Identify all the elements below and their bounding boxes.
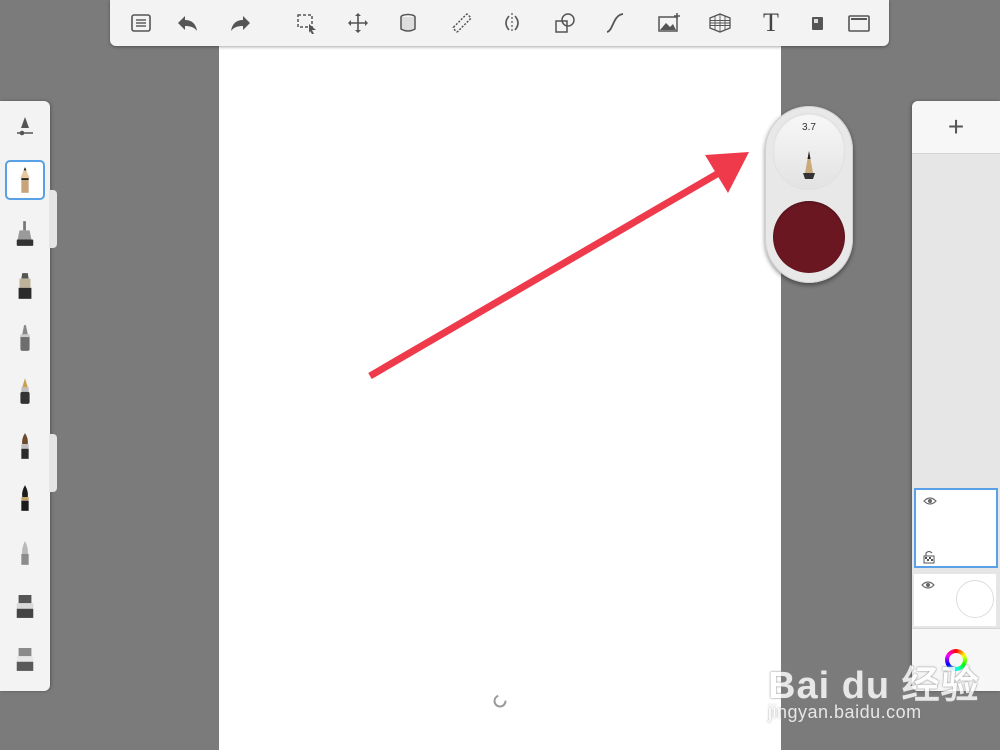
visibility-eye-icon[interactable] (921, 580, 935, 590)
layer-badge-icon[interactable] (801, 7, 833, 39)
pencil-brush[interactable] (5, 160, 45, 200)
brush-size-value: 3.7 (802, 122, 816, 133)
perspective-grid-icon[interactable] (704, 7, 736, 39)
ballpoint-brush[interactable] (5, 318, 45, 358)
eraser-brush[interactable] (5, 586, 45, 626)
watermark-brand: Bai du 经验 (768, 665, 980, 707)
fullscreen-icon[interactable] (843, 7, 875, 39)
paintbrush-brush[interactable] (5, 426, 45, 466)
visibility-eye-icon[interactable] (923, 496, 937, 506)
transform-move-icon[interactable] (342, 7, 374, 39)
layers-panel: + (912, 101, 1000, 691)
background-color-circle[interactable] (956, 580, 994, 618)
curve-icon[interactable] (599, 7, 631, 39)
brush-size-control[interactable]: 3.7 (773, 113, 845, 190)
fountain-pen-brush[interactable] (5, 371, 45, 411)
baidu-watermark: Bai du 经验 jingyan.baidu.com (768, 640, 1000, 730)
drawing-canvas[interactable] (219, 0, 781, 750)
watermark-url: jingyan.baidu.com (768, 702, 922, 722)
panel-handle-lower[interactable] (49, 434, 57, 492)
marker-brush[interactable] (5, 266, 45, 306)
brush-settings-icon[interactable] (5, 106, 45, 146)
selection-icon[interactable] (291, 7, 323, 39)
brush-library-panel (0, 101, 50, 691)
ink-brush[interactable] (5, 478, 45, 518)
pencil-preview-icon (803, 151, 815, 179)
fill-bucket-icon[interactable] (392, 7, 424, 39)
image-insert-icon[interactable] (653, 7, 685, 39)
airbrush-brush[interactable] (5, 214, 45, 254)
layer-1-thumbnail[interactable] (914, 488, 998, 568)
menu-list-icon[interactable] (125, 7, 157, 39)
smudge-brush[interactable] (5, 532, 45, 572)
soft-eraser-brush[interactable] (5, 639, 45, 679)
undo-icon[interactable] (171, 7, 203, 39)
redo-icon[interactable] (225, 7, 257, 39)
brush-puck[interactable]: 3.7 (765, 106, 853, 283)
shapes-icon[interactable] (549, 7, 581, 39)
current-color-swatch[interactable] (773, 201, 845, 273)
lock-transparency-icon[interactable] (923, 550, 935, 564)
top-toolbar: T (110, 0, 889, 46)
background-layer-thumbnail[interactable] (914, 574, 996, 626)
loading-spinner-icon (493, 694, 507, 708)
panel-handle-upper[interactable] (49, 190, 57, 248)
ruler-icon[interactable] (446, 7, 478, 39)
text-icon[interactable]: T (755, 7, 787, 39)
add-layer-button[interactable]: + (912, 101, 1000, 154)
symmetry-icon[interactable] (496, 7, 528, 39)
